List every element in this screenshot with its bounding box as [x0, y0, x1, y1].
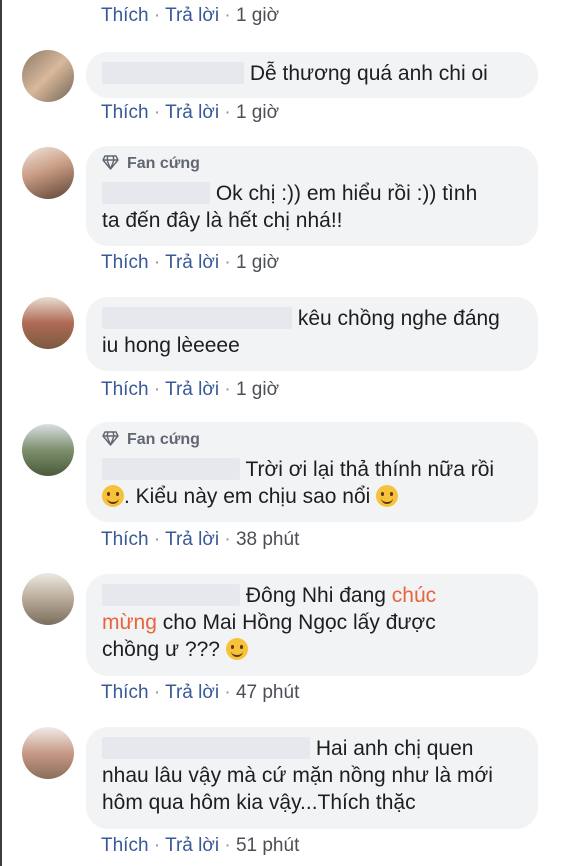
comment-bubble: Fan cứng Ok chị :)) em hiểu rồi :)) tình… [86, 146, 538, 246]
avatar[interactable] [22, 573, 74, 625]
diamond-icon [102, 431, 119, 446]
window-left-border [0, 0, 2, 866]
comment-bubble: Dễ thương quá anh chi oi [86, 52, 538, 98]
comment-text-line1: Trời ơi lại thả thính nữa rồi [245, 458, 495, 481]
redacted-username[interactable] [102, 62, 244, 84]
separator: · [153, 835, 161, 856]
redacted-username[interactable] [102, 584, 240, 606]
avatar[interactable] [22, 424, 74, 476]
reply-link[interactable]: Trả lời [165, 252, 219, 273]
comment-text-line1: Ok chị :)) em hiểu rồi :)) tình [215, 182, 478, 205]
hashtag-link[interactable]: chúc [392, 584, 436, 607]
redacted-username[interactable] [102, 307, 292, 329]
comment-actions: Thích · Trả lời · 1 giờ [101, 5, 279, 27]
fan-badge: Fan cứng [102, 430, 522, 450]
separator: · [153, 529, 161, 550]
comment-text-line2: iu hong lèeeee [102, 334, 240, 357]
reply-link[interactable]: Trả lời [165, 835, 219, 856]
fan-badge-label: Fan cứng [127, 431, 200, 448]
avatar[interactable] [22, 50, 74, 102]
comment-actions: Thích · Trả lời · 1 giờ [101, 102, 279, 124]
comment-text-line3: hôm qua hôm kia vậy...Thích thặc [102, 791, 416, 814]
like-link[interactable]: Thích [101, 252, 149, 273]
comment-text-line1: kêu chồng nghe đáng [297, 307, 500, 330]
separator: · [224, 102, 231, 123]
fan-badge-label: Fan cứng [127, 155, 200, 172]
redacted-username[interactable] [102, 737, 310, 759]
comment-text-line2: . Kiểu này em chịu sao nổi [124, 485, 371, 508]
comment-text-line3: chồng ư ??? [102, 638, 226, 661]
comment-actions: Thích · Trả lời · 1 giờ [101, 379, 279, 401]
like-link[interactable]: Thích [101, 682, 149, 703]
separator: · [224, 529, 231, 550]
reply-link[interactable]: Trả lời [165, 5, 219, 26]
grinning-face-emoji [376, 485, 399, 507]
comment-text-line2: cho Mai Hồng Ngọc lấy được [156, 611, 436, 634]
avatar[interactable] [22, 727, 74, 779]
separator: · [224, 252, 231, 273]
smiling-face-emoji [102, 485, 124, 507]
comment-time[interactable]: 51 phút [236, 835, 299, 856]
separator: · [224, 682, 231, 703]
separator: · [224, 835, 231, 856]
comment-time[interactable]: 1 giờ [236, 5, 279, 26]
avatar[interactable] [22, 147, 74, 199]
comment-text-line2: ta đến đây là hết chị nhá!! [102, 209, 343, 232]
comment-text-line1a: Đông Nhi đang [245, 584, 392, 607]
separator: · [153, 252, 161, 273]
separator: · [224, 5, 231, 26]
reply-link[interactable]: Trả lời [165, 529, 219, 550]
comment-bubble: Đông Nhi đang chúc mừng cho Mai Hồng Ngọ… [86, 574, 538, 676]
comment-time[interactable]: 1 giờ [236, 102, 279, 123]
comment-time[interactable]: 47 phút [236, 682, 299, 703]
comment-time[interactable]: 1 giờ [236, 379, 279, 400]
like-link[interactable]: Thích [101, 379, 149, 400]
separator: · [153, 682, 161, 703]
separator: · [153, 102, 161, 123]
separator: · [153, 5, 161, 26]
hashtag-link[interactable]: mừng [102, 611, 157, 634]
comment-actions: Thích · Trả lời · 51 phút [101, 835, 299, 857]
comment-bubble: Fan cứng Trời ơi lại thả thính nữa rồi .… [86, 422, 538, 522]
like-link[interactable]: Thích [101, 835, 149, 856]
comment-actions: Thích · Trả lời · 47 phút [101, 682, 299, 704]
like-link[interactable]: Thích [101, 5, 149, 26]
separator: · [224, 379, 231, 400]
comment-text-line1: Hai anh chị quen [315, 737, 474, 760]
separator: · [153, 379, 161, 400]
redacted-username[interactable] [102, 182, 210, 204]
comment-bubble: Hai anh chị quen nhau lâu vậy mà cứ mặn … [86, 727, 538, 829]
comment-actions: Thích · Trả lời · 1 giờ [101, 252, 279, 274]
avatar[interactable] [22, 297, 74, 349]
comment-time[interactable]: 38 phút [236, 529, 299, 550]
diamond-icon [102, 155, 119, 170]
redacted-username[interactable] [102, 458, 240, 480]
comment-text: Dễ thương quá anh chi oi [249, 62, 488, 85]
comment-actions: Thích · Trả lời · 38 phút [101, 529, 299, 551]
smiley-face-emoji [225, 638, 248, 660]
like-link[interactable]: Thích [101, 102, 149, 123]
reply-link[interactable]: Trả lời [165, 379, 219, 400]
comment-bubble: kêu chồng nghe đáng iu hong lèeeee [86, 297, 538, 371]
comment-time[interactable]: 1 giờ [236, 252, 279, 273]
reply-link[interactable]: Trả lời [165, 682, 219, 703]
reply-link[interactable]: Trả lời [165, 102, 219, 123]
comment-text-line2: nhau lâu vậy mà cứ mặn nồng như là mới [102, 764, 493, 787]
like-link[interactable]: Thích [101, 529, 149, 550]
fan-badge: Fan cứng [102, 154, 522, 174]
